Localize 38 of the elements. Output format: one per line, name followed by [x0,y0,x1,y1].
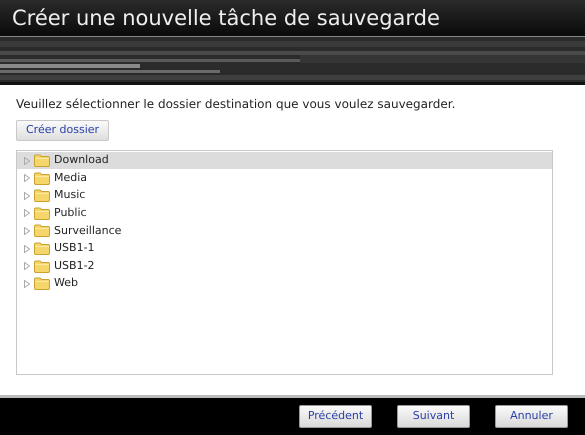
expand-arrow-icon[interactable] [24,280,30,288]
folder-icon [34,206,50,220]
folder-name: Media [54,170,88,186]
tree-item[interactable]: USB1-1 [17,240,552,258]
expand-arrow-icon[interactable] [24,156,30,165]
folder-name: Web [54,275,78,292]
instruction-text: Veuillez sélectionner le dossier destination que vous voulez sauvegarder. [16,97,456,111]
tree-item[interactable]: Music [17,186,552,205]
footer-button[interactable]: Annuler [495,405,568,428]
folder-icon [34,224,50,238]
expand-arrow-icon[interactable] [24,226,30,235]
expand-arrow-icon[interactable] [24,262,30,270]
folder-icon [34,154,50,168]
expand-arrow-icon[interactable] [24,244,30,253]
tree-item[interactable]: Download [17,152,552,170]
create-folder-button[interactable]: Créer dossier [16,120,110,141]
expand-arrow-icon[interactable] [24,192,30,200]
footer-button[interactable]: Suivant [397,405,470,428]
tree-item[interactable]: Surveillance [17,222,552,240]
folder-name: Public [54,205,87,222]
folder-icon [34,172,50,185]
folder-name: Surveillance [54,222,122,239]
expand-arrow-icon[interactable] [24,209,30,218]
window-title: Créer une nouvelle tâche de sauvegarde [12,8,440,28]
folder-icon [34,242,50,256]
folder-icon [34,189,50,202]
tree-item[interactable]: Public [17,204,552,222]
folder-icon [34,260,50,273]
tree-item[interactable]: Web [17,274,552,292]
tree-item[interactable]: USB1-2 [17,257,552,275]
folder-name: Download [54,152,109,168]
footer-button[interactable]: Précédent [299,405,372,428]
tree-item[interactable]: Media [17,169,552,187]
folder-name: USB1-1 [54,240,95,256]
expand-arrow-icon[interactable] [24,174,30,182]
folder-icon [34,277,50,290]
folder-name: Music [54,187,86,204]
folder-name: USB1-2 [54,258,95,274]
